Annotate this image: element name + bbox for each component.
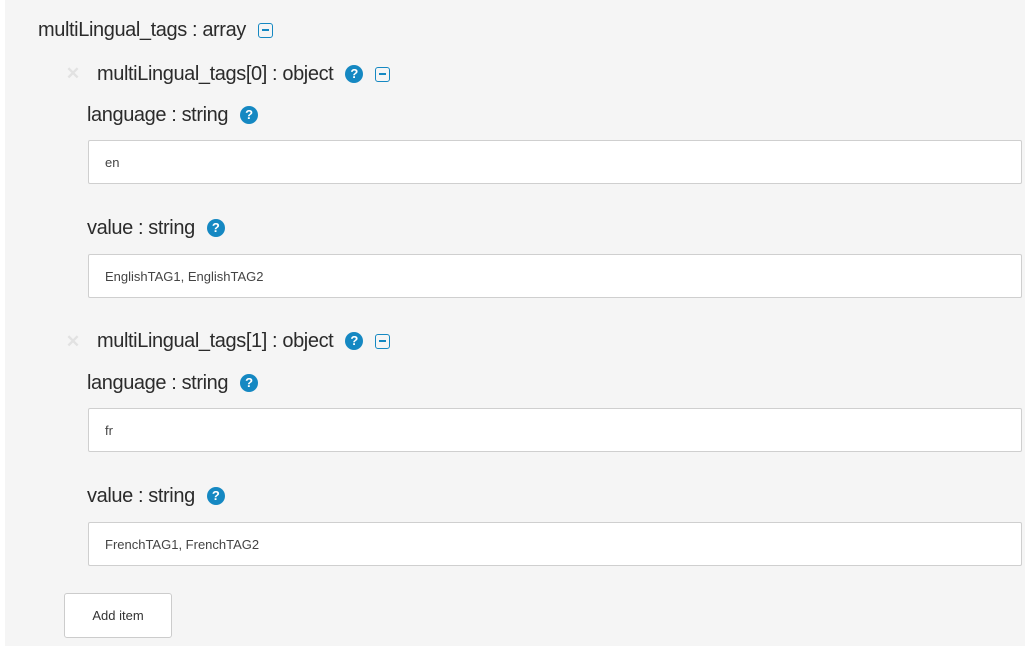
item-0-language-label: language : string — [87, 103, 229, 126]
item-1-value-input[interactable] — [88, 522, 1022, 566]
array-title: multiLingual_tags : array — [38, 18, 246, 41]
item-1-header: multiLingual_tags[1] : object ? — [97, 327, 391, 355]
item-0-language-help-icon[interactable]: ? — [240, 106, 259, 124]
item-0-value-label-row: value : string ? — [87, 214, 225, 242]
item-1-value-label-row: value : string ? — [87, 482, 225, 510]
item-0-language-label-row: language : string ? — [87, 101, 259, 129]
item-0-header: multiLingual_tags[0] : object ? — [97, 60, 391, 88]
add-item-button[interactable]: Add item — [64, 593, 172, 638]
collapse-array-icon[interactable] — [257, 22, 273, 38]
item-1-value-help-icon[interactable]: ? — [206, 487, 225, 505]
remove-item-1-close-icon[interactable]: ✕ — [65, 333, 81, 350]
item-1-help-icon[interactable]: ? — [345, 332, 364, 350]
array-header: multiLingual_tags : array — [38, 16, 273, 44]
item-0-value-label: value : string — [87, 216, 195, 239]
remove-item-0-close-icon[interactable]: ✕ — [65, 65, 81, 82]
item-0-value-help-icon[interactable]: ? — [206, 219, 225, 237]
item-0-language-input[interactable] — [88, 140, 1022, 184]
item-0-collapse-icon[interactable] — [375, 66, 391, 82]
item-0-help-icon[interactable]: ? — [345, 65, 364, 83]
item-1-language-label-row: language : string ? — [87, 369, 259, 397]
item-1-language-input[interactable] — [88, 408, 1022, 452]
item-1-value-label: value : string — [87, 484, 195, 507]
item-0-title: multiLingual_tags[0] : object — [97, 62, 334, 85]
item-0-value-input[interactable] — [88, 254, 1022, 298]
item-1-language-label: language : string — [87, 371, 229, 394]
form-panel: multiLingual_tags : array ✕ multiLingual… — [5, 0, 1025, 646]
item-1-language-help-icon[interactable]: ? — [240, 374, 259, 392]
item-1-collapse-icon[interactable] — [375, 333, 391, 349]
item-1-title: multiLingual_tags[1] : object — [97, 329, 334, 352]
